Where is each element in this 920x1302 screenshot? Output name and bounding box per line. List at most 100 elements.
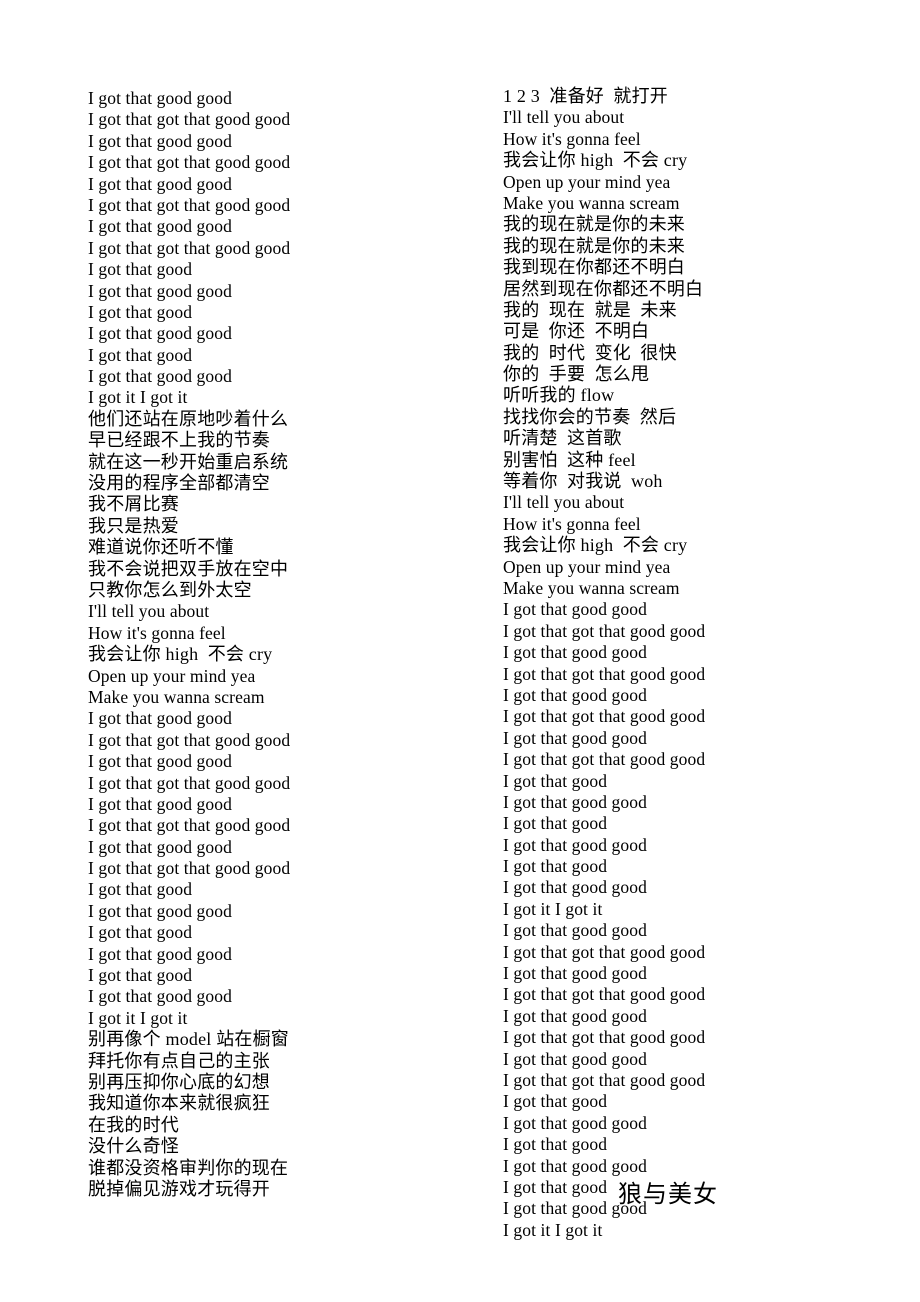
lyrics-list-left: I got that good good I got that got that … xyxy=(88,0,488,1200)
lyric-line: 你的 手要 怎么甩 xyxy=(503,364,650,385)
lyric-line: 居然到现在你都还不明白 xyxy=(503,278,704,299)
lyrics-column-right: 1 2 3 准备好 就打开 I'll tell you about How it's… xyxy=(503,0,903,1241)
lyric-line: I got that good xyxy=(88,344,193,365)
lyric-line: I got that good good xyxy=(88,943,232,964)
lyric-line: I got that good good xyxy=(503,834,647,855)
lyric-line: 我会让你 high 不会 cry xyxy=(503,535,688,556)
lyric-line: I got that good xyxy=(88,259,193,280)
lyric-line: 就在这一秒开始重启系统 xyxy=(88,451,289,472)
lyric-line: I got that good good xyxy=(88,280,232,301)
lyric-line: I got that got that good good xyxy=(88,772,291,793)
lyrics-page: I got that good good I got that got that … xyxy=(0,0,920,1302)
lyric-line: I got it I got it xyxy=(503,1219,603,1240)
lyric-line: 我会让你 high 不会 cry xyxy=(88,644,273,665)
lyric-line: I got that good good xyxy=(503,684,647,705)
lyric-line: I got that good good xyxy=(88,836,232,857)
lyric-line: 只教你怎么到外太空 xyxy=(88,579,252,600)
lyric-line: I got that got that good good xyxy=(88,109,291,130)
lyric-line: Make you wanna scream xyxy=(503,192,680,213)
lyric-line: I got that good xyxy=(88,879,193,900)
lyric-line: How it's gonna feel xyxy=(503,128,641,149)
lyric-line: I got that good good xyxy=(503,791,647,812)
lyric-line: I got that got that good good xyxy=(503,1069,706,1090)
lyric-line: 在我的时代 xyxy=(88,1114,179,1135)
lyric-line: 谁都没资格审判你的现在 xyxy=(88,1157,289,1178)
lyric-line: I got that good good xyxy=(503,1048,647,1069)
lyric-line: 我的 现在 就是 未来 xyxy=(503,299,677,320)
lyric-line: How it's gonna feel xyxy=(503,513,641,534)
lyric-line: 找找你会的节奏 然后 xyxy=(503,406,677,427)
lyric-line: 我会让你 high 不会 cry xyxy=(503,150,688,171)
lyric-line: 我不屑比赛 xyxy=(88,494,179,515)
lyric-line: I got that good good xyxy=(88,366,232,387)
lyric-line: I got that good good xyxy=(503,1112,647,1133)
lyric-line: I got that got that good good xyxy=(88,729,291,750)
song-title: 狼与美女 xyxy=(618,1182,718,1208)
lyric-line: I got that good good xyxy=(503,877,647,898)
lyric-line: I got that good good xyxy=(503,727,647,748)
lyric-line: 拜托你有点自己的主张 xyxy=(88,1050,270,1071)
lyric-line: I got that good good xyxy=(88,708,232,729)
lyric-line: 别再像个 model 站在橱窗 xyxy=(88,1029,289,1050)
lyric-line: I got that got that good good xyxy=(503,984,706,1005)
lyric-line: I got it I got it xyxy=(88,1007,188,1028)
lyric-line: I got that good good xyxy=(88,130,232,151)
lyric-line: I got that good good xyxy=(88,173,232,194)
lyric-line: I got that got that good good xyxy=(503,749,706,770)
lyric-line: I got that good good xyxy=(88,216,232,237)
lyric-line: I got that got that good good xyxy=(88,858,291,879)
lyric-line: Open up your mind yea xyxy=(88,665,256,686)
lyric-line: Make you wanna scream xyxy=(88,686,265,707)
lyric-line: 脱掉偏见游戏才玩得开 xyxy=(88,1178,270,1199)
lyric-line: I got that good good xyxy=(88,88,232,108)
lyric-line: I got that good xyxy=(503,856,608,877)
lyric-line: 我只是热爱 xyxy=(88,515,179,536)
lyric-line: 难道说你还听不懂 xyxy=(88,537,234,558)
lyric-line: 没用的程序全部都清空 xyxy=(88,473,270,494)
lyric-line: I got that good xyxy=(88,965,193,986)
lyric-line: 1 2 3 准备好 就打开 xyxy=(503,86,668,106)
lyric-line: 我知道你本来就很疯狂 xyxy=(88,1093,270,1114)
lyric-line: I got that good xyxy=(88,922,193,943)
lyric-line: 他们还站在原地吵着什么 xyxy=(88,408,289,429)
lyric-line: 听清楚 这首歌 xyxy=(503,428,622,449)
lyric-line: I got it I got it xyxy=(88,387,188,408)
lyric-line: I got that good good xyxy=(503,1155,647,1176)
lyric-line: I got that got that good good xyxy=(503,620,706,641)
lyric-line: I got that good good xyxy=(503,963,647,984)
lyric-line: 别害怕 这种 feel xyxy=(503,449,636,470)
lyric-line: I got that good good xyxy=(88,900,232,921)
lyric-line: I got that good good xyxy=(503,599,647,620)
lyric-line: I got that good good xyxy=(503,1005,647,1026)
lyric-line: 我的 时代 变化 很快 xyxy=(503,342,677,363)
lyric-line: I got that good xyxy=(503,813,608,834)
lyric-line: 别再压抑你心底的幻想 xyxy=(88,1071,270,1092)
lyric-line: I got that good xyxy=(503,1134,608,1155)
lyric-line: 没什么奇怪 xyxy=(88,1136,179,1157)
lyric-line: I got that good good xyxy=(88,986,232,1007)
lyric-line: I got that good good xyxy=(88,751,232,772)
lyric-line: I'll tell you about xyxy=(88,601,210,622)
lyric-line: 早已经跟不上我的节奏 xyxy=(88,430,270,451)
lyric-line: I got that good good xyxy=(503,642,647,663)
lyric-line: 我的现在就是你的未来 xyxy=(503,235,685,256)
lyric-line: I got that got that good good xyxy=(503,941,706,962)
lyric-line: I got that got that good good xyxy=(88,237,291,258)
lyric-line: Open up your mind yea xyxy=(503,556,671,577)
lyric-line: I got it I got it xyxy=(503,898,603,919)
lyric-line: I got that good good xyxy=(503,920,647,941)
lyric-line: I got that good xyxy=(503,1091,608,1112)
lyric-line: 我到现在你都还不明白 xyxy=(503,257,685,278)
lyrics-column-left: I got that good good I got that got that … xyxy=(88,0,488,1200)
lyric-line: Make you wanna scream xyxy=(503,577,680,598)
lyric-line: I'll tell you about xyxy=(503,107,625,128)
lyric-line: 我不会说把双手放在空中 xyxy=(88,558,289,579)
lyric-line: Open up your mind yea xyxy=(503,171,671,192)
lyric-line: 听听我的 flow xyxy=(503,385,615,406)
lyric-line: I got that good good xyxy=(88,793,232,814)
lyric-line: I got that got that good good xyxy=(88,815,291,836)
lyric-line: I got that good xyxy=(88,301,193,322)
lyrics-list-right: 1 2 3 准备好 就打开 I'll tell you about How it's… xyxy=(503,0,903,1241)
lyric-line: I got that got that good good xyxy=(88,194,291,215)
lyric-line: 可是 你还 不明白 xyxy=(503,321,650,342)
